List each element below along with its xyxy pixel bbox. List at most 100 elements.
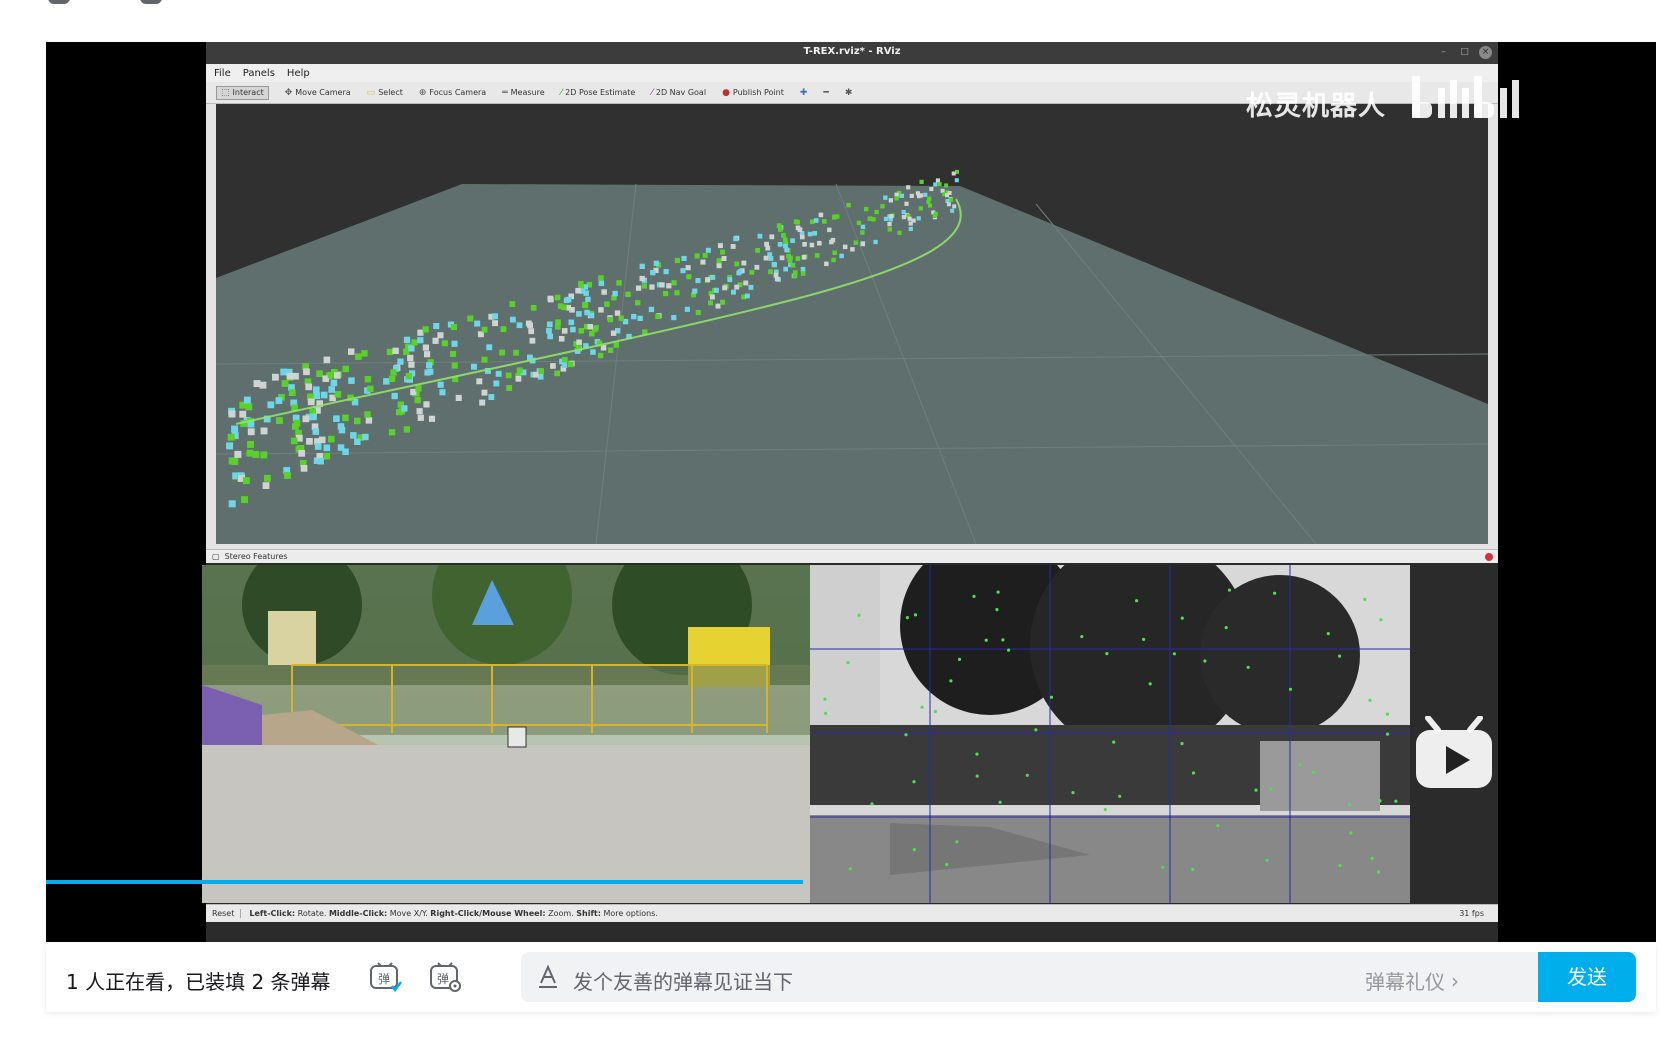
- voxel: [731, 289, 736, 295]
- feature-point: [1025, 773, 1029, 777]
- voxel: [659, 282, 665, 288]
- voxel: [455, 394, 462, 401]
- feature-point: [1254, 788, 1258, 792]
- danmaku-bar: 1 人正在看，已装填 2 条弹幕 弹 弹 发个友善的弹幕见证当下 弹幕礼仪 ›: [46, 942, 1656, 1012]
- voxel: [557, 303, 564, 309]
- text-style-icon[interactable]: [537, 965, 559, 989]
- voxel: [260, 427, 268, 435]
- voxel: [510, 316, 516, 323]
- voxel: [414, 397, 421, 404]
- voxel: [909, 193, 914, 198]
- voxel: [313, 392, 321, 400]
- voxel: [239, 410, 247, 418]
- voxel: [527, 322, 533, 329]
- window-controls: – □ ×: [1437, 46, 1492, 59]
- voxel: [832, 250, 837, 255]
- voxel: [681, 255, 687, 261]
- voxel: [663, 291, 669, 297]
- voxel: [554, 294, 561, 301]
- voxel: [312, 428, 320, 435]
- voxel: [919, 179, 924, 184]
- voxel: [272, 373, 279, 381]
- voxel: [276, 417, 283, 424]
- tool-publish-point: ● Publish Point: [722, 88, 784, 98]
- feature-point: [1007, 648, 1011, 652]
- voxel: [694, 253, 700, 259]
- hint-text: More options.: [600, 909, 658, 918]
- voxel: [954, 178, 959, 183]
- danmaku-etiquette-link[interactable]: 弹幕礼仪 ›: [1365, 966, 1459, 995]
- danmaku-settings-icon[interactable]: 弹: [428, 962, 462, 992]
- voxel: [587, 324, 593, 330]
- voxel: [509, 301, 516, 307]
- voxel: [744, 293, 750, 299]
- watermark-text: 松灵机器人: [1246, 91, 1386, 122]
- voxel: [887, 222, 892, 227]
- rviz-window: T-REX.rviz* - RViz – □ × File Panels Hel…: [202, 42, 1498, 942]
- voxel: [323, 444, 331, 452]
- voxel: [407, 354, 414, 362]
- hint-key: Middle-Click:: [328, 909, 388, 918]
- voxel: [328, 435, 335, 443]
- feature-point: [996, 590, 1000, 594]
- reset-button: Reset: [212, 909, 242, 918]
- voxel: [856, 220, 862, 226]
- voxel: [781, 232, 786, 238]
- feature-point: [1112, 740, 1116, 744]
- menu-panels: Panels: [242, 67, 275, 79]
- voxel: [635, 285, 642, 291]
- voxel: [423, 401, 430, 408]
- danmaku-input[interactable]: 发个友善的弹幕见证当下 弹幕礼仪 ›: [521, 952, 1573, 1002]
- danmaku-toggle-icon[interactable]: 弹: [368, 962, 402, 992]
- voxel: [929, 187, 934, 192]
- voxel: [479, 399, 486, 406]
- send-button[interactable]: 发送: [1538, 952, 1636, 1002]
- voxel: [800, 266, 806, 272]
- voxel: [348, 348, 355, 355]
- voxel: [692, 288, 698, 294]
- voxel: [467, 315, 474, 322]
- feature-point: [846, 661, 850, 665]
- voxel: [720, 249, 726, 255]
- voxel: [317, 457, 324, 465]
- voxel: [945, 193, 949, 198]
- voxel: [684, 306, 690, 312]
- voxel: [792, 273, 798, 279]
- voxel: [428, 415, 436, 422]
- voxel: [757, 233, 763, 239]
- video-player[interactable]: T-REX.rviz* - RViz – □ × File Panels Hel…: [46, 42, 1656, 942]
- signboard: [268, 611, 316, 665]
- voxel: [441, 340, 448, 347]
- voxel: [327, 371, 335, 379]
- voxel: [242, 477, 250, 485]
- feature-point: [1191, 771, 1196, 775]
- voxel: [570, 326, 576, 333]
- voxel: [734, 261, 740, 267]
- voxel: [888, 198, 893, 203]
- voxel: [705, 277, 711, 283]
- voxel: [389, 375, 396, 383]
- hint-text: Zoom.: [545, 909, 577, 918]
- voxel: [733, 236, 739, 242]
- voxel: [492, 320, 498, 327]
- voxel: [666, 283, 672, 289]
- feature-point: [870, 802, 874, 806]
- feature-point: [1172, 652, 1176, 656]
- voxel: [280, 368, 288, 376]
- feature-point: [1080, 635, 1084, 639]
- tool-move-camera: ✥ Move Camera: [285, 88, 351, 98]
- feature-point: [998, 800, 1002, 804]
- voxel: [772, 262, 777, 268]
- voxel: [416, 408, 423, 415]
- voxel: [314, 443, 322, 450]
- voxel: [530, 305, 537, 311]
- voxel: [433, 323, 440, 330]
- voxel: [671, 280, 677, 286]
- voxel: [555, 319, 561, 325]
- rviz-3d-viewport: [216, 104, 1488, 544]
- voxel: [834, 214, 840, 219]
- voxel: [829, 239, 834, 245]
- video-progress-bar[interactable]: [46, 880, 803, 884]
- voxel: [583, 290, 589, 296]
- voxel: [305, 383, 313, 391]
